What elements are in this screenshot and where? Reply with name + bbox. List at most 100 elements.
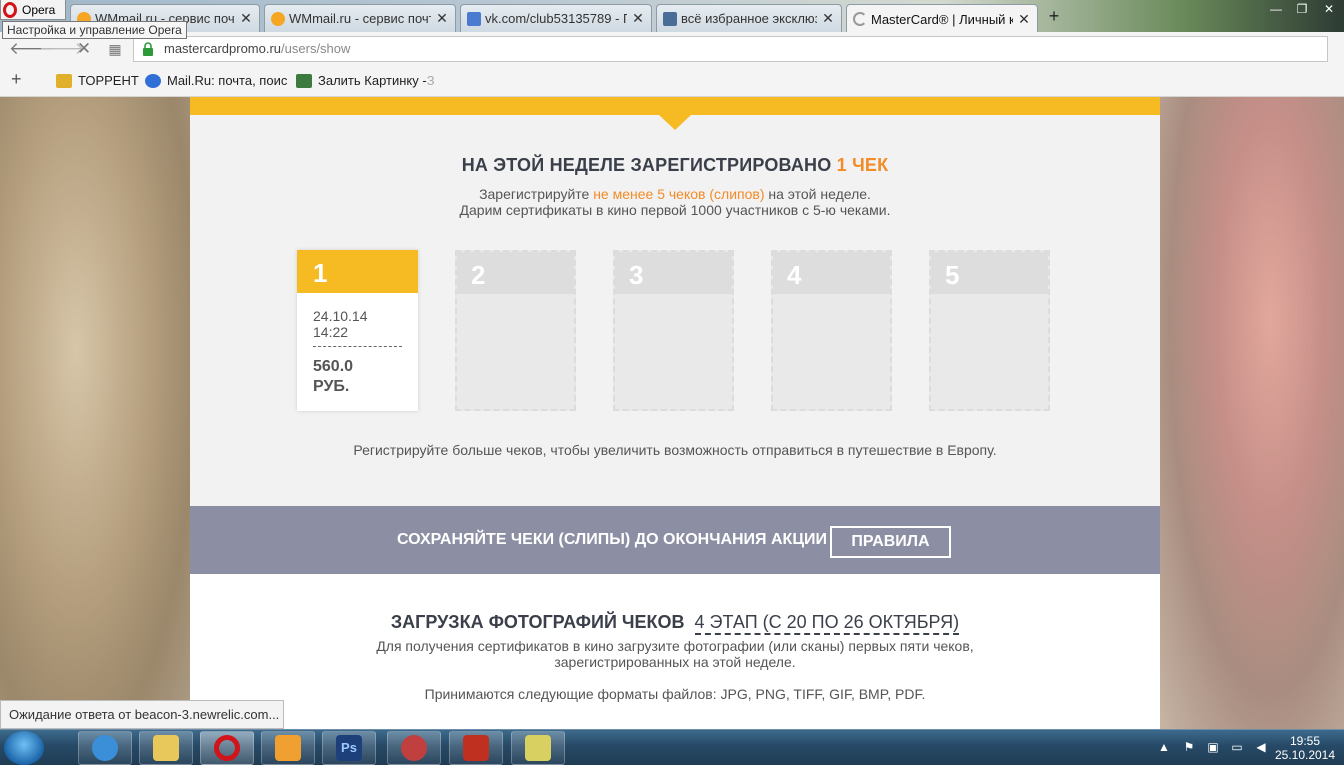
close-tab-icon[interactable]: ✕: [239, 10, 253, 27]
taskbar-file-explorer[interactable]: [139, 731, 193, 765]
upload-formats-note: Принимаются следующие форматы файлов: JP…: [424, 686, 926, 702]
close-tab-icon[interactable]: ✕: [821, 10, 835, 27]
address-path: /users/show: [281, 41, 351, 56]
receipt-number: 3: [615, 252, 732, 294]
week-title-text: НА ЭТОЙ НЕДЕЛЕ ЗАРЕГИСТРИРОВАНО: [461, 155, 832, 175]
browser-status-bar: Ожидание ответа от beacon-3.newrelic.com…: [0, 700, 284, 729]
page-content: НА ЭТОЙ НЕДЕЛЕ ЗАРЕГИСТРИРОВАНО 1 ЧЕК За…: [190, 97, 1160, 729]
header-yellow-strip: [190, 97, 1160, 115]
upload-title: ЗАГРУЗКА ФОТОГРАФИЙ ЧЕКОВ 4 ЭТАП (С 20 ПО…: [190, 612, 1160, 635]
image-upload-icon: [296, 73, 312, 88]
receipt-card-1[interactable]: 1 24.10.14 14:22 560.0 РУБ.: [297, 250, 418, 411]
week-subtitle-line2: Дарим сертификаты в кино первой 1000 уча…: [459, 202, 891, 218]
media-player-icon: [275, 735, 301, 761]
start-button[interactable]: [4, 731, 44, 765]
speed-dial-grid-icon[interactable]: ▦: [104, 38, 126, 60]
windows-taskbar: Ps ▲ ⚑ ▣ ▭ ◀ 19:55 25.10.2014: [0, 729, 1344, 765]
header-notch-arrow: [659, 115, 691, 130]
taskbar-ccleaner[interactable]: [449, 731, 503, 765]
receipt-slot-2: 2: [455, 250, 576, 411]
receipt-number: 1: [297, 250, 418, 293]
tab-mastercard[interactable]: MasterCard® | Личный ка ✕: [846, 4, 1038, 33]
receipt-number: 4: [773, 252, 890, 294]
tab-wmmail-2[interactable]: WMmail.ru - сервис почт ✕: [264, 4, 456, 32]
receipt-currency: РУБ.: [313, 378, 350, 395]
taskbar-paint[interactable]: [387, 731, 441, 765]
paint-icon: [401, 735, 427, 761]
network-icon[interactable]: ▭: [1229, 740, 1245, 754]
close-tab-icon[interactable]: ✕: [435, 10, 449, 27]
week-title-count: 1 ЧЕК: [836, 155, 889, 175]
taskbar-sticky-notes[interactable]: [511, 731, 565, 765]
clock-date: 25.10.2014: [1274, 748, 1336, 762]
secure-lock-icon: [143, 42, 153, 56]
volume-icon[interactable]: ◀: [1253, 740, 1269, 754]
upload-stage-selector[interactable]: 4 ЭТАП (С 20 ПО 26 ОКТЯБРЯ): [694, 612, 960, 635]
show-hidden-icons-icon[interactable]: ▲: [1156, 740, 1172, 754]
folder-icon: [56, 73, 72, 88]
close-window-icon[interactable]: ✕: [1316, 0, 1342, 18]
minimize-window-icon[interactable]: —: [1264, 0, 1288, 18]
receipt-slot-4: 4: [771, 250, 892, 411]
bookmark-label: ТОРРЕНТ: [78, 73, 139, 88]
bookmark-mailru[interactable]: Mail.Ru: почта, поис: [145, 73, 287, 88]
stop-loading-icon[interactable]: ✕: [73, 38, 95, 60]
bookmark-label: Mail.Ru: почта, поис: [167, 73, 288, 88]
vk-favicon-icon: [663, 11, 677, 26]
wmmail-favicon-icon: [271, 11, 285, 26]
ccleaner-icon: [463, 735, 489, 761]
clock-time: 19:55: [1289, 734, 1321, 748]
device-icon[interactable]: ▣: [1205, 740, 1221, 754]
taskbar-internet-explorer[interactable]: [78, 731, 132, 765]
address-domain: mastercardpromo.ru: [164, 41, 282, 56]
bookmark-label: Залить Картинку -: [318, 73, 427, 88]
mailru-icon: [145, 73, 161, 88]
back-arrow-icon[interactable]: 🡐: [9, 38, 55, 60]
tab-title: MasterCard® | Личный ка: [871, 11, 1013, 27]
keep-receipts-text: СОХРАНЯЙТЕ ЧЕКИ (СЛИПЫ) ДО ОКОНЧАНИЯ АКЦ…: [397, 531, 828, 548]
rules-button[interactable]: ПРАВИЛА: [830, 526, 951, 558]
upload-description-line1: Для получения сертификатов в кино загруз…: [376, 638, 974, 654]
browser-tab-bar: Opera WMmail.ru - сервис почт ✕ WMmail.r…: [0, 0, 1344, 33]
taskbar-opera[interactable]: [200, 731, 254, 765]
maximize-window-icon[interactable]: ❐: [1290, 0, 1314, 18]
opera-menu-button[interactable]: Opera: [0, 0, 66, 20]
flag-icon[interactable]: ⚑: [1181, 740, 1197, 754]
receipt-slot-3: 3: [613, 250, 734, 411]
subtitle-highlight: не менее 5 чеков (слипов): [593, 186, 765, 202]
receipt-time: 14:22: [313, 324, 349, 340]
register-more-note: Регистрируйте больше чеков, чтобы увелич…: [353, 442, 997, 458]
bookmarks-bar: + ТОРРЕНТ Mail.Ru: почта, поис Залить Ка…: [0, 65, 1344, 97]
taskbar-photoshop[interactable]: Ps: [322, 731, 376, 765]
receipt-amount-value: 560.0: [313, 358, 354, 375]
receipt-divider: [313, 346, 402, 347]
add-bookmark-icon[interactable]: +: [11, 69, 22, 90]
tab-title: WMmail.ru - сервис почт: [289, 11, 431, 26]
week-subtitle-line1: Зарегистрируйте не менее 5 чеков (слипов…: [190, 186, 1160, 202]
tab-favorites[interactable]: всё избранное эксклюзив ✕: [656, 4, 842, 32]
week-registered-title: НА ЭТОЙ НЕДЕЛЕ ЗАРЕГИСТРИРОВАНО 1 ЧЕК: [190, 155, 1160, 176]
internet-explorer-icon: [92, 735, 118, 761]
taskbar-media-player[interactable]: [261, 731, 315, 765]
receipt-number: 5: [931, 252, 1048, 294]
address-bar[interactable]: mastercardpromo.ru/users/show: [133, 36, 1328, 62]
tab-vk[interactable]: vk.com/club53135789 - По ✕: [460, 4, 652, 32]
background-right-blur: [1160, 97, 1344, 729]
bookmark-zalit-kartinku[interactable]: Залить Картинку - З: [296, 73, 435, 88]
close-tab-icon[interactable]: ✕: [1017, 11, 1031, 28]
tab-title: всё избранное эксклюзив: [681, 11, 817, 26]
system-clock[interactable]: 19:55 25.10.2014: [1272, 734, 1338, 762]
bookmark-torrent[interactable]: ТОРРЕНТ: [56, 73, 139, 88]
tab-title: vk.com/club53135789 - По: [485, 11, 627, 26]
receipt-slot-5: 5: [929, 250, 1050, 411]
loading-spinner-icon: [853, 12, 867, 26]
new-tab-button[interactable]: +: [1045, 6, 1063, 26]
close-tab-icon[interactable]: ✕: [631, 10, 645, 27]
subtitle-text: на этой неделе.: [768, 186, 871, 202]
forward-arrow-icon[interactable]: 🡒: [39, 38, 85, 60]
upload-title-text: ЗАГРУЗКА ФОТОГРАФИЙ ЧЕКОВ: [390, 612, 685, 632]
receipt-amount: 560.0 РУБ.: [313, 357, 353, 397]
bookmark-label-faded: З: [426, 73, 435, 88]
opera-menu-tooltip: Настройка и управление Opera: [2, 21, 187, 39]
receipt-date: 24.10.14: [313, 308, 368, 324]
